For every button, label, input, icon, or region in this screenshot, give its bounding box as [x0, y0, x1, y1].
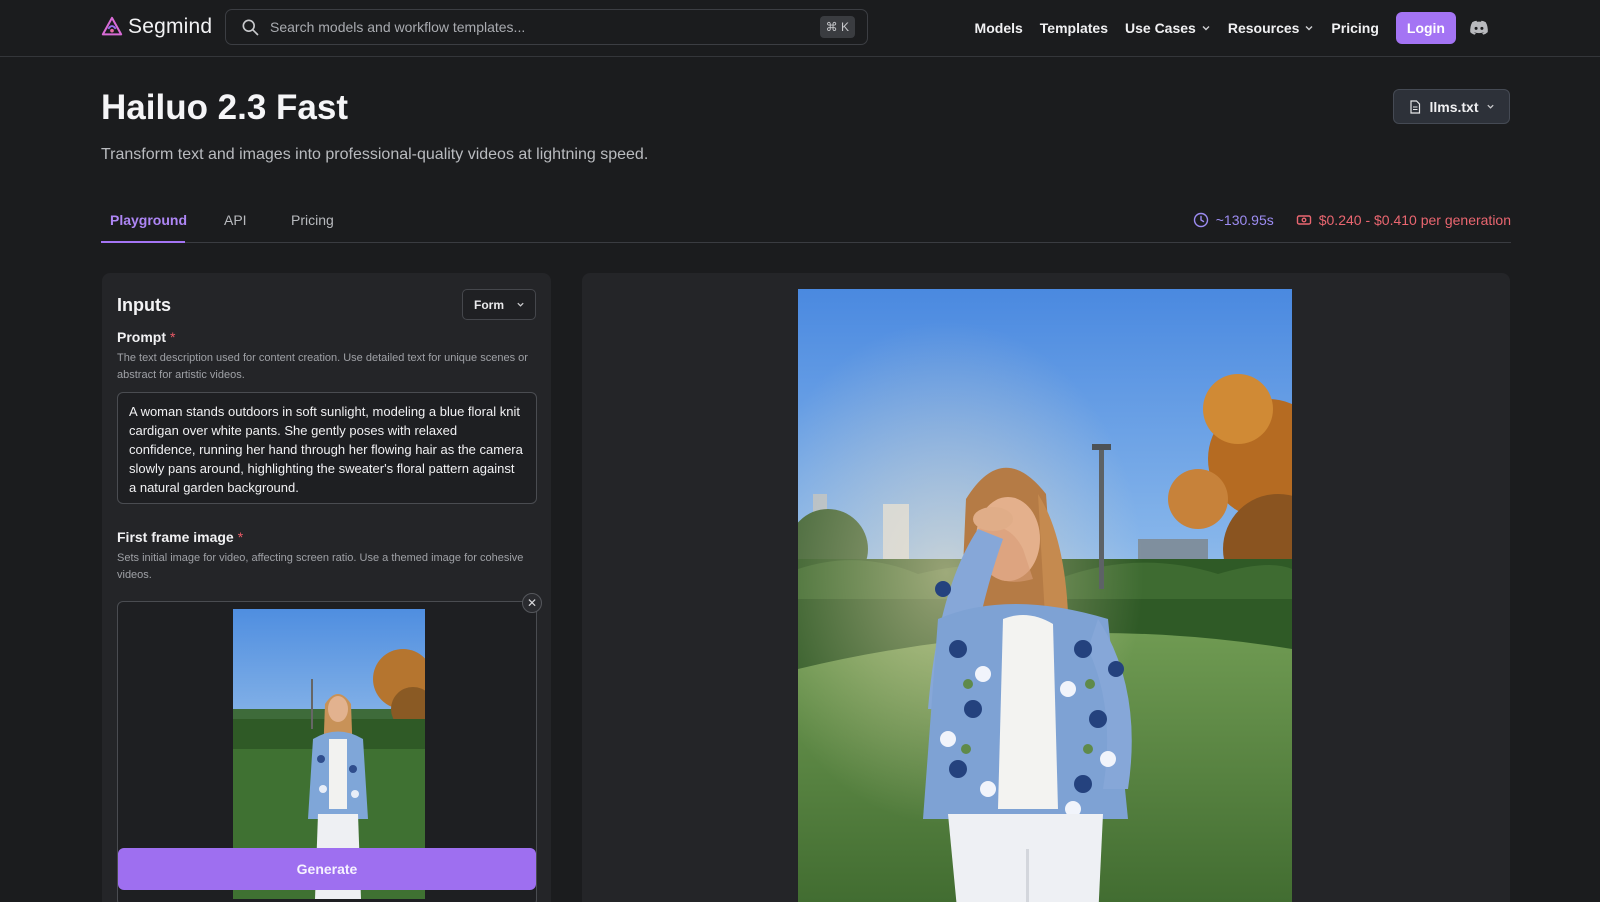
active-tab-indicator: [101, 241, 185, 243]
nav-link-resources[interactable]: Resources: [1228, 20, 1315, 36]
segmind-logo-icon: [101, 16, 123, 36]
nav-links: Models Templates Use Cases Resources Pri…: [958, 12, 1489, 44]
login-button[interactable]: Login: [1395, 12, 1456, 44]
output-video[interactable]: [798, 289, 1292, 902]
discord-icon[interactable]: [1469, 20, 1489, 36]
input-mode-value: Form: [474, 297, 504, 312]
model-tabs: Playground API Pricing ~130.95s $0.240 -…: [101, 204, 1511, 243]
tab-pricing[interactable]: Pricing: [291, 212, 334, 228]
prompt-help: The text description used for content cr…: [117, 352, 528, 381]
llms-txt-button[interactable]: llms.txt: [1393, 89, 1510, 124]
woman-garden-video-frame: [798, 289, 1292, 902]
nav-link-label: Resources: [1227, 20, 1300, 36]
nav-link-templates[interactable]: Templates: [1040, 20, 1108, 36]
search-shortcut-badge: ⌘ K: [819, 16, 855, 38]
tab-playground[interactable]: Playground: [110, 212, 187, 228]
generation-price: $0.240 - $0.410 per generation: [1296, 212, 1511, 228]
nav-link-models[interactable]: Models: [975, 20, 1023, 36]
money-icon: [1296, 215, 1311, 225]
generation-time: ~130.95s: [1193, 212, 1274, 228]
chevron-down-icon: [1202, 26, 1210, 31]
prompt-textarea[interactable]: A woman stands outdoors in soft sunlight…: [117, 392, 537, 504]
prompt-label-text: Prompt: [117, 329, 166, 345]
nav-link-label: Use Cases: [1125, 20, 1196, 36]
page-title: Hailuo 2.3 Fast: [101, 88, 349, 127]
model-meta: ~130.95s $0.240 - $0.410 per generation: [1193, 212, 1511, 228]
nav-link-label: Pricing: [1331, 20, 1379, 36]
chevron-down-icon: [1305, 26, 1313, 31]
generation-price-value: $0.240 - $0.410 per generation: [1318, 212, 1511, 228]
top-navbar: Segmind ⌘ K Models Templates Use Cases R…: [0, 0, 1600, 57]
first-frame-help: Sets initial image for video, affecting …: [117, 552, 524, 581]
search-input[interactable]: [270, 19, 820, 35]
generate-button[interactable]: Generate: [118, 848, 536, 890]
inputs-panel: Inputs Form Prompt * The text description…: [102, 273, 551, 902]
required-mark: *: [170, 329, 176, 345]
clock-icon: [1193, 212, 1208, 228]
nav-link-label: Templates: [1039, 20, 1108, 36]
chevron-down-icon: [517, 302, 524, 307]
llms-txt-label: llms.txt: [1429, 98, 1479, 115]
brand-name: Segmind: [128, 15, 213, 38]
search-bar[interactable]: ⌘ K: [225, 9, 868, 45]
first-frame-label: First frame image *: [117, 529, 243, 545]
page-subtitle: Transform text and images into professio…: [101, 146, 649, 163]
input-mode-select[interactable]: Form: [462, 289, 536, 320]
output-panel: [582, 273, 1510, 902]
close-icon[interactable]: ✕: [522, 593, 542, 613]
required-mark: *: [237, 529, 244, 545]
tab-api[interactable]: API: [224, 212, 247, 228]
chevron-down-icon: [1486, 104, 1494, 109]
brand-logo[interactable]: Segmind: [101, 13, 212, 41]
prompt-label: Prompt *: [117, 329, 175, 345]
file-icon: [1410, 99, 1421, 114]
search-icon: [242, 19, 259, 36]
first-frame-label-text: First frame image: [117, 529, 234, 545]
nav-link-label: Models: [974, 20, 1023, 36]
inputs-title: Inputs: [117, 295, 171, 315]
nav-link-pricing[interactable]: Pricing: [1331, 20, 1378, 36]
generation-time-value: ~130.95s: [1215, 212, 1274, 228]
nav-link-use-cases[interactable]: Use Cases: [1125, 20, 1211, 36]
